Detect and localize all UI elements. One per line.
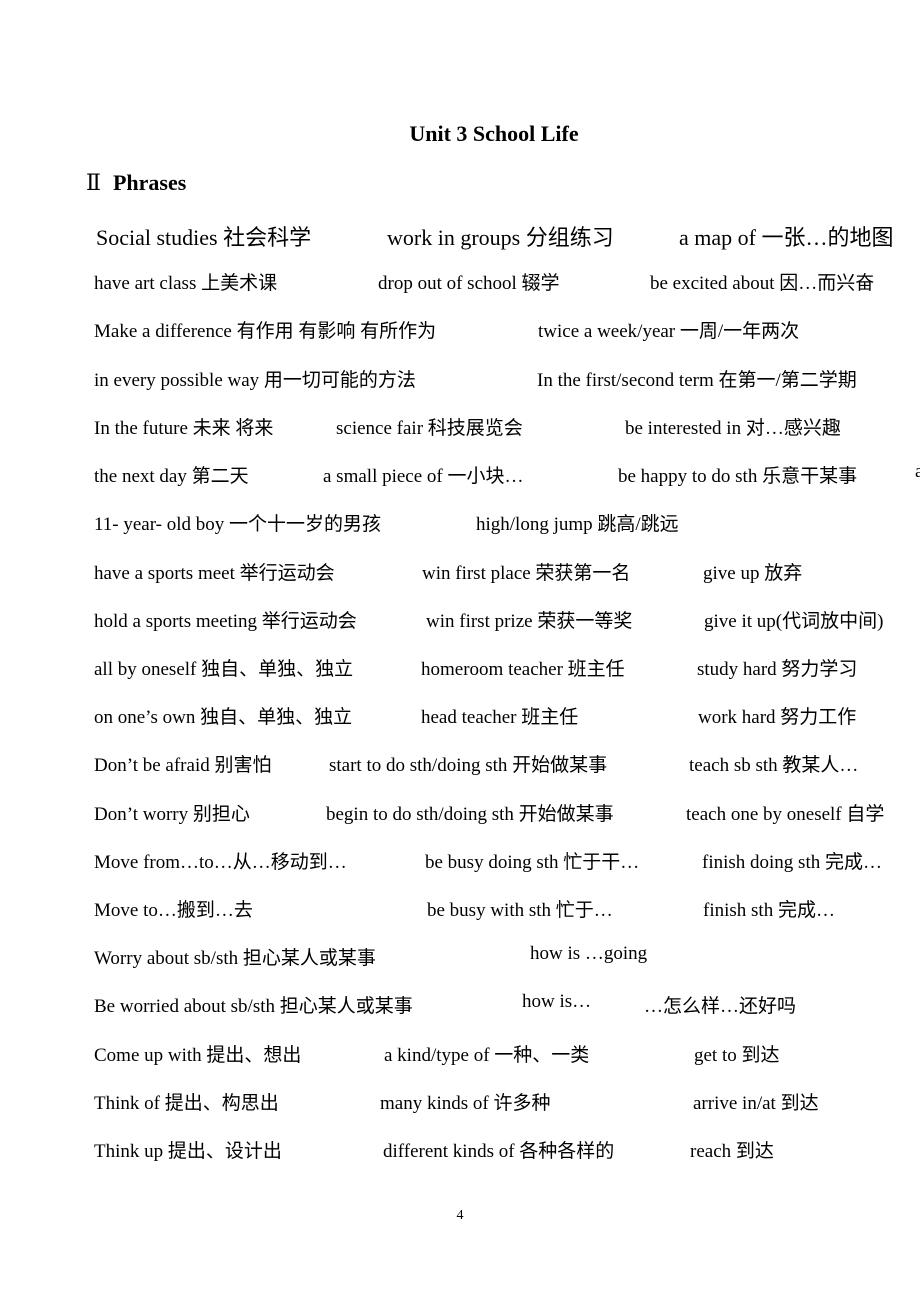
phrase-entry: begin to do sth/doing sth 开始做某事: [326, 804, 614, 825]
phrase-entry: 11- year- old boy 一个十一岁的男孩: [94, 514, 382, 535]
section-heading: Ⅱ Phrases: [86, 170, 186, 196]
phrase-entry: start to do sth/doing sth 开始做某事: [329, 755, 608, 776]
phrase-row: have a sports meet 举行运动会 win first place …: [0, 558, 920, 588]
phrase-row: Don’t worry 别担心 begin to do sth/doing sth…: [0, 799, 920, 829]
phrase-entry: drop out of school 辍学: [378, 273, 560, 294]
phrase-row: Worry about sb/sth 担心某人或某事 how is …going: [0, 943, 920, 973]
phrase-entry: homeroom teacher 班主任: [421, 659, 625, 680]
phrase-entry: high/long jump 跳高/跳远: [476, 514, 679, 535]
phrase-entry: give up 放弃: [703, 563, 803, 584]
phrase-entry: be happy to do sth 乐意干某事: [618, 466, 858, 487]
phrase-entry: finish doing sth 完成…: [702, 852, 882, 873]
phrase-entry: Move to…搬到…去: [94, 900, 253, 921]
phrase-entry: science fair 科技展览会: [336, 418, 523, 439]
phrase-entry: work hard 努力工作: [698, 707, 857, 728]
phrase-entry: teach sb sth 教某人…: [689, 755, 859, 776]
phrase-entry: Make a difference 有作用 有影响 有所作为: [94, 321, 437, 342]
page-number: 4: [456, 1208, 464, 1223]
phrase-row: Think of 提出、构思出 many kinds of 许多种 arrive i…: [0, 1088, 920, 1118]
section-numeral: Ⅱ: [86, 170, 101, 195]
phrase-entry: give it up(代词放中间): [704, 611, 884, 632]
phrase-entry: have a sports meet 举行运动会: [94, 563, 335, 584]
phrase-row: 11- year- old boy 一个十一岁的男孩 high/long jump…: [0, 509, 920, 539]
phrase-row: Don’t be afraid 别害怕 start to do sth/doing…: [0, 750, 920, 780]
phrase-entry: many kinds of 许多种: [380, 1093, 551, 1114]
phrase-entry: a: [915, 461, 920, 482]
phrase-entry: Worry about sb/sth 担心某人或某事: [94, 948, 376, 969]
phrase-entry: Don’t worry 别担心: [94, 804, 250, 825]
phrase-row: in every possible way 用一切可能的方法 In the fir…: [0, 365, 920, 395]
phrase-entry: study hard 努力学习: [697, 659, 858, 680]
phrase-entry: hold a sports meeting 举行运动会: [94, 611, 357, 632]
phrase-row: Come up with 提出、想出 a kind/type of 一种、一类 ge…: [0, 1040, 920, 1070]
phrase-entry: win first prize 荣获一等奖: [426, 611, 633, 632]
phrase-row: Make a difference 有作用 有影响 有所作为 twice a we…: [0, 316, 920, 346]
phrase-row: Social studies 社会科学 work in groups 分组练习 a …: [0, 220, 920, 250]
phrase-entry: win first place 荣获第一名: [422, 563, 631, 584]
section-label: Phrases: [112, 170, 187, 195]
phrase-row: Be worried about sb/sth 担心某人或某事 how is… …怎…: [0, 991, 920, 1021]
phrase-entry: be excited about 因…而兴奋: [650, 273, 875, 294]
document-title: Unit 3 School Life: [409, 121, 579, 146]
phrase-row: In the future 未来 将来 science fair 科技展览会 be …: [0, 413, 920, 443]
phrase-entry: Don’t be afraid 别害怕: [94, 755, 272, 776]
phrase-row: on one’s own 独自、单独、独立 head teacher 班主任 wor…: [0, 702, 920, 732]
phrase-row: all by oneself 独自、单独、独立 homeroom teacher …: [0, 654, 920, 684]
phrase-entry: how is …going: [530, 943, 648, 964]
phrase-entry: Social studies 社会科学: [96, 225, 312, 250]
phrase-entry: be interested in 对…感兴趣: [625, 418, 841, 439]
phrase-entry: in every possible way 用一切可能的方法: [94, 370, 416, 391]
phrase-entry: In the future 未来 将来: [94, 418, 274, 439]
phrase-entry: twice a week/year 一周/一年两次: [538, 321, 800, 342]
phrase-entry: Think of 提出、构思出: [94, 1093, 279, 1114]
phrase-entry: be busy doing sth 忙于干…: [425, 852, 640, 873]
phrase-entry: have art class 上美术课: [94, 273, 278, 294]
phrase-entry: on one’s own 独自、单独、独立: [94, 707, 353, 728]
phrase-entry: be busy with sth 忙于…: [427, 900, 613, 921]
phrase-entry: a small piece of 一小块…: [323, 466, 524, 487]
phrase-row: the next day 第二天 a small piece of 一小块… be …: [0, 461, 920, 491]
phrase-row: Think up 提出、设计出 different kinds of 各种各样的 r…: [0, 1136, 920, 1166]
phrase-row: hold a sports meeting 举行运动会 win first pri…: [0, 606, 920, 636]
phrase-entry: a map of 一张…的地图: [679, 225, 894, 250]
phrase-entry: arrive in/at 到达: [693, 1093, 819, 1114]
phrase-entry: reach 到达: [690, 1141, 774, 1162]
phrase-entry: different kinds of 各种各样的: [383, 1141, 615, 1162]
phrase-entry: Be worried about sb/sth 担心某人或某事: [94, 996, 413, 1017]
phrase-entry: teach one by oneself 自学: [686, 804, 885, 825]
phrase-entry: Come up with 提出、想出: [94, 1045, 302, 1066]
phrase-entry: head teacher 班主任: [421, 707, 579, 728]
phrase-entry: …怎么样…还好吗: [644, 996, 797, 1017]
phrase-entry: Move from…to…从…移动到…: [94, 852, 347, 873]
phrase-entry: all by oneself 独自、单独、独立: [94, 659, 354, 680]
phrase-entry: a kind/type of 一种、一类: [384, 1045, 590, 1066]
phrase-entry: In the first/second term 在第一/第二学期: [537, 370, 857, 391]
phrase-row: Move from…to…从…移动到… be busy doing sth 忙于干…: [0, 847, 920, 877]
phrase-row: Move to…搬到…去 be busy with sth 忙于… finish s…: [0, 895, 920, 925]
phrase-entry: Think up 提出、设计出: [94, 1141, 282, 1162]
phrase-entry: finish sth 完成…: [703, 900, 835, 921]
phrase-row: have art class 上美术课 drop out of school 辍学…: [0, 268, 920, 298]
phrase-entry: work in groups 分组练习: [387, 225, 614, 250]
phrase-entry: get to 到达: [694, 1045, 780, 1066]
phrase-entry: how is…: [522, 991, 592, 1012]
phrase-entry: the next day 第二天: [94, 466, 249, 487]
